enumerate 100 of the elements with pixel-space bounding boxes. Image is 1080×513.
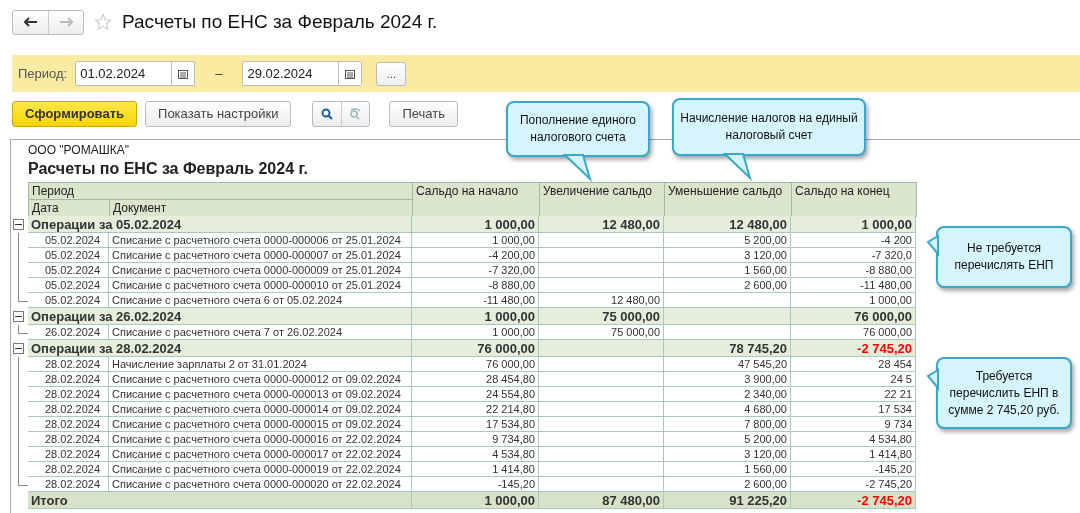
amount-cell: -145,20 bbox=[412, 477, 539, 492]
amount-cell: 3 120,00 bbox=[664, 248, 791, 263]
document-cell: Списание с расчетного счета 0000-000020 от 22.02.2024 bbox=[109, 477, 412, 492]
amount-cell: -8 880,00 bbox=[412, 278, 539, 293]
settings-button[interactable]: Показать настройки bbox=[145, 100, 292, 127]
amount-cell: 75 000,00 bbox=[539, 325, 664, 340]
balance-cell: 1 414,80 bbox=[791, 447, 916, 462]
balance-cell: -8 880,00 bbox=[791, 263, 916, 278]
balance-cell: 17 534 bbox=[791, 402, 916, 417]
balance-cell: -4 200 bbox=[791, 233, 916, 248]
back-arrow-icon bbox=[23, 17, 38, 27]
amount-cell: 2 340,00 bbox=[664, 387, 791, 402]
balance-cell: -11 480,00 bbox=[791, 278, 916, 293]
document-cell: Списание с расчетного счета 0000-000016 от 22.02.2024 bbox=[109, 432, 412, 447]
minus-icon bbox=[15, 221, 22, 228]
column-header: Уменьшение сальдо bbox=[664, 182, 792, 217]
amount-cell: -7 320,00 bbox=[412, 263, 539, 278]
amount-cell: 47 545,20 bbox=[664, 357, 791, 372]
amount-cell: 7 800,00 bbox=[664, 417, 791, 432]
print-button[interactable]: Печать bbox=[389, 100, 459, 127]
amount-cell: 12 480,00 bbox=[664, 216, 791, 233]
balance-cell: -2 745,20 bbox=[791, 477, 916, 492]
amount-cell: 24 554,80 bbox=[412, 387, 539, 402]
date-cell: 28.02.2024 bbox=[28, 417, 109, 432]
group-row-title: Операции за 05.02.2024 bbox=[28, 216, 412, 233]
balance-cell: -2 745,20 bbox=[791, 492, 916, 509]
amount-cell: 12 480,00 bbox=[539, 216, 664, 233]
amount-cell: 4 680,00 bbox=[664, 402, 791, 417]
calendar-icon bbox=[178, 68, 189, 79]
callout-pointer bbox=[725, 154, 755, 179]
report-title: Расчеты по ЕНС за Февраль 2024 г. bbox=[28, 160, 308, 178]
amount-cell: 87 480,00 bbox=[539, 492, 664, 509]
document-cell: Списание с расчетного счета 0000-000007 от 25.01.2024 bbox=[109, 248, 412, 263]
balance-cell: 24 5 bbox=[791, 372, 916, 387]
callout-note: Не требуется перечислять ЕНП bbox=[936, 226, 1072, 288]
minus-icon bbox=[15, 313, 22, 320]
document-cell: Списание с расчетного счета 7 от 26.02.2024 bbox=[109, 325, 412, 340]
callout-pointer bbox=[928, 370, 938, 390]
amount-cell: 78 745,20 bbox=[664, 340, 791, 357]
date-cell: 28.02.2024 bbox=[28, 357, 109, 372]
balance-cell: -145,20 bbox=[791, 462, 916, 477]
document-cell: Списание с расчетного счета 0000-000006 от 25.01.2024 bbox=[109, 233, 412, 248]
date-cell: 28.02.2024 bbox=[28, 462, 109, 477]
star-icon[interactable] bbox=[94, 13, 112, 31]
amount-cell: 1 414,80 bbox=[412, 462, 539, 477]
minus-icon bbox=[15, 345, 22, 352]
date-cell: 28.02.2024 bbox=[28, 372, 109, 387]
search-refresh-icon bbox=[349, 107, 363, 120]
forward-arrow-icon bbox=[59, 17, 73, 27]
amount-cell: 1 000,00 bbox=[412, 216, 539, 233]
balance-cell: -2 745,20 bbox=[791, 340, 916, 357]
balance-cell: 28 454 bbox=[791, 357, 916, 372]
period-select-button[interactable]: ... bbox=[376, 61, 407, 86]
amount-cell: 1 000,00 bbox=[412, 325, 539, 340]
calendar-button[interactable] bbox=[339, 61, 363, 86]
group-row-title: Операции за 28.02.2024 bbox=[28, 340, 412, 357]
amount-cell: 1 560,00 bbox=[664, 263, 791, 278]
amount-cell: -4 200,00 bbox=[412, 248, 539, 263]
search-icon bbox=[321, 107, 334, 120]
document-cell: Списание с расчетного счета 0000-000012 от 09.02.2024 bbox=[109, 372, 412, 387]
date-cell: 26.02.2024 bbox=[28, 325, 109, 340]
collapse-button[interactable] bbox=[13, 219, 24, 230]
date-to-field[interactable]: 29.02.2024 bbox=[242, 61, 340, 86]
amount-cell: 3 120,00 bbox=[664, 447, 791, 462]
document-cell: Списание с расчетного счета 6 от 05.02.2024 bbox=[109, 293, 412, 308]
date-cell: 28.02.2024 bbox=[28, 387, 109, 402]
date-cell: 05.02.2024 bbox=[28, 233, 109, 248]
date-cell: 28.02.2024 bbox=[28, 477, 109, 492]
amount-cell: 4 534,80 bbox=[412, 447, 539, 462]
amount-cell: 91 225,20 bbox=[664, 492, 791, 509]
amount-cell: 1 560,00 bbox=[664, 462, 791, 477]
balance-cell: -7 320,0 bbox=[791, 248, 916, 263]
amount-cell: -11 480,00 bbox=[412, 293, 539, 308]
amount-cell: 76 000,00 bbox=[412, 340, 539, 357]
period-label: Период: bbox=[18, 66, 68, 81]
callout-pointer bbox=[928, 236, 938, 256]
collapse-button[interactable] bbox=[13, 311, 24, 322]
balance-cell: 1 000,00 bbox=[791, 216, 916, 233]
column-header: Сальдо на конец bbox=[791, 182, 917, 217]
date-cell: 05.02.2024 bbox=[28, 263, 109, 278]
balance-cell: 1 000,00 bbox=[791, 293, 916, 308]
amount-cell: 75 000,00 bbox=[539, 308, 664, 325]
amount-cell: 2 600,00 bbox=[664, 477, 791, 492]
date-cell: 28.02.2024 bbox=[28, 402, 109, 417]
window-title: Расчеты по ЕНС за Февраль 2024 г. bbox=[122, 11, 438, 33]
date-cell: 05.02.2024 bbox=[28, 248, 109, 263]
date-cell: 05.02.2024 bbox=[28, 278, 109, 293]
document-cell: Списание с расчетного счета 0000-000010 от 25.01.2024 bbox=[109, 278, 412, 293]
amount-cell: 5 200,00 bbox=[664, 432, 791, 447]
calendar-button[interactable] bbox=[172, 61, 196, 86]
column-header: Сальдо на начало bbox=[412, 182, 540, 217]
document-cell: Списание с расчетного счета 0000-000013 от 09.02.2024 bbox=[109, 387, 412, 402]
document-cell: Списание с расчетного счета 0000-000017 от 22.02.2024 bbox=[109, 447, 412, 462]
collapse-button[interactable] bbox=[13, 343, 24, 354]
calendar-icon bbox=[345, 68, 356, 79]
column-header: Дата bbox=[28, 199, 110, 217]
amount-cell: 12 480,00 bbox=[539, 293, 664, 308]
range-dash: – bbox=[215, 66, 223, 81]
generate-button[interactable]: Сформировать bbox=[12, 100, 138, 127]
date-from-field[interactable]: 01.02.2024 bbox=[75, 61, 173, 86]
